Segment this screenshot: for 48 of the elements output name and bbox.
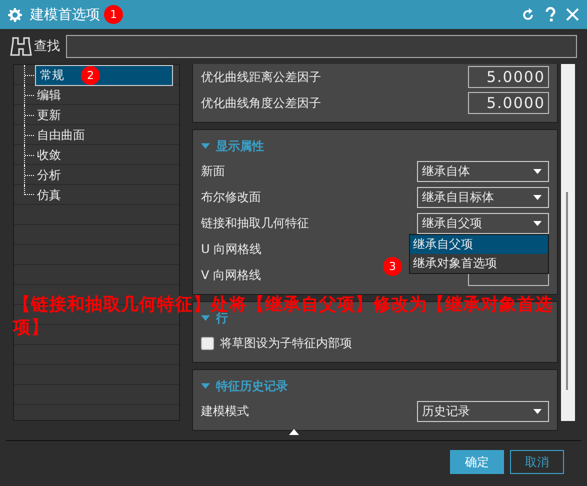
field-label: V 向网格线 [201,266,262,284]
group-title: 行 [216,310,228,326]
reset-icon[interactable] [521,8,535,22]
collapse-up-icon[interactable] [288,429,298,435]
tree-item[interactable]: 自由曲面 [35,126,87,144]
search-field[interactable] [66,34,577,58]
field-label: 优化曲线距离公差因子 [201,68,321,86]
collapse-icon[interactable] [201,315,210,321]
number-field[interactable]: 5.0000 [468,66,549,88]
field-label: 布尔修改面 [201,188,261,206]
dropdown-caret-icon[interactable] [533,168,542,174]
tree-item[interactable]: 收敛 [35,146,63,164]
group-title: 显示属性 [216,138,264,154]
collapse-icon[interactable] [201,143,210,149]
dropdown-caret-icon[interactable] [533,408,542,414]
annotation-text: 项】 [13,318,49,338]
window-title: 建模首选项 [30,6,100,24]
dropdown[interactable]: 继承自目标体 [417,186,549,208]
checkbox[interactable] [201,336,214,350]
dropdown[interactable]: 历史记录 [417,400,549,422]
tree-item[interactable]: 更新 [35,106,63,124]
cancel-button[interactable]: 取消 [510,450,564,474]
help-icon[interactable] [545,7,556,22]
group-title: 特征历史记录 [216,378,288,394]
close-icon[interactable] [566,8,579,21]
dropdown-option[interactable]: 继承自父项 [410,235,548,254]
field-label: 链接和抽取几何特征 [201,214,309,232]
binoculars-icon [10,36,32,56]
collapse-icon[interactable] [201,383,210,389]
dropdown-caret-icon[interactable] [533,220,542,226]
field-label: 建模模式 [201,402,249,420]
search-label: 查找 [34,38,60,55]
step-badge: 1 [104,5,123,24]
dropdown[interactable]: 继承自体 [417,160,549,182]
tree-item[interactable]: 分析 [35,166,63,184]
number-field[interactable]: 5.0000 [468,92,549,114]
dropdown[interactable]: 继承自父项 [417,212,549,234]
tree-item[interactable]: 编辑 [35,86,63,104]
settings-icon[interactable] [8,8,22,22]
checkbox-label: 将草图设为子特征内部项 [220,334,352,352]
dropdown-option[interactable]: 继承对象首选项 [410,254,548,273]
dropdown-caret-icon[interactable] [533,194,542,200]
field-label: 优化曲线角度公差因子 [201,94,321,112]
tree-item[interactable]: 仿真 [35,186,63,204]
scrollbar[interactable] [561,64,575,421]
field-label: 新面 [201,162,225,180]
field-label: U 向网格线 [201,240,262,258]
step-badge: 3 [383,257,402,276]
